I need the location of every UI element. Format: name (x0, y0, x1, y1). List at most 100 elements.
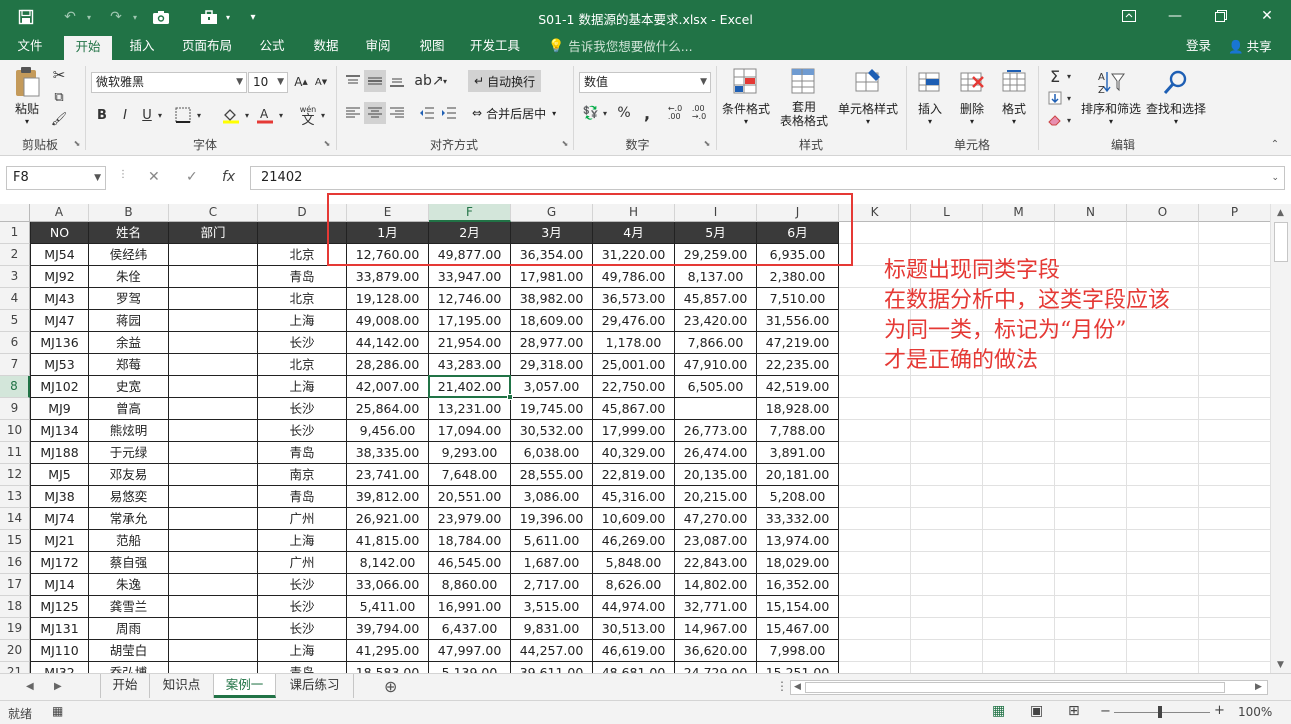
table-cell[interactable]: 9,293.00 (429, 442, 511, 464)
table-cell[interactable] (169, 354, 258, 376)
table-cell[interactable]: 25,864.00 (347, 398, 429, 420)
empty-cell[interactable] (911, 464, 983, 486)
empty-cell[interactable] (1127, 530, 1199, 552)
empty-cell[interactable] (1127, 442, 1199, 464)
table-cell[interactable]: 6,935.00 (757, 244, 839, 266)
prev-sheet-icon[interactable]: ◀ (26, 681, 34, 692)
empty-cell[interactable] (911, 618, 983, 640)
table-cell[interactable]: 31,556.00 (757, 310, 839, 332)
table-header-cell[interactable]: 1月 (347, 222, 429, 244)
table-cell[interactable]: 20,215.00 (675, 486, 757, 508)
table-cell[interactable]: 16,991.00 (429, 596, 511, 618)
empty-cell[interactable] (1199, 508, 1270, 530)
tab-file[interactable]: 文件 (8, 34, 52, 60)
table-cell[interactable]: 青岛 (258, 486, 347, 508)
empty-cell[interactable] (1199, 574, 1270, 596)
table-cell[interactable]: 32,771.00 (675, 596, 757, 618)
table-cell[interactable]: 朱逸 (89, 574, 169, 596)
table-cell[interactable] (169, 332, 258, 354)
empty-cell[interactable] (983, 398, 1055, 420)
sign-in-link[interactable]: 登录 (1186, 34, 1211, 60)
empty-cell[interactable] (1055, 508, 1127, 530)
table-cell[interactable] (169, 618, 258, 640)
empty-cell[interactable] (983, 640, 1055, 662)
tab-split-handle-icon[interactable]: ⋮ (776, 679, 788, 693)
table-cell[interactable]: 45,316.00 (593, 486, 675, 508)
empty-cell[interactable] (1127, 640, 1199, 662)
table-cell[interactable]: 青岛 (258, 442, 347, 464)
table-cell[interactable]: 熊炫明 (89, 420, 169, 442)
table-cell[interactable]: 2,717.00 (511, 574, 593, 596)
scroll-down-icon[interactable]: ▼ (1277, 660, 1284, 670)
table-cell[interactable] (169, 574, 258, 596)
table-cell[interactable]: 5,611.00 (511, 530, 593, 552)
empty-cell[interactable] (911, 574, 983, 596)
empty-cell[interactable] (839, 530, 911, 552)
expand-formula-icon[interactable]: ⌄ (1271, 167, 1279, 189)
table-cell[interactable]: 39,794.00 (347, 618, 429, 640)
empty-cell[interactable] (839, 376, 911, 398)
tab-page-layout[interactable]: 页面布局 (174, 34, 240, 60)
row-header[interactable]: 14 (0, 508, 30, 530)
scroll-left-icon[interactable]: ◀ (794, 682, 801, 692)
font-launcher-icon[interactable]: ⬊ (322, 138, 332, 148)
table-cell[interactable]: 3,515.00 (511, 596, 593, 618)
fill-color-dropdown-icon[interactable]: ▾ (242, 104, 252, 126)
table-cell[interactable]: 22,750.00 (593, 376, 675, 398)
collapse-ribbon-icon[interactable]: ⌃ (1268, 138, 1282, 150)
format-cells-button[interactable]: 格式 ▾ (994, 64, 1034, 126)
align-left-icon[interactable] (342, 102, 364, 124)
table-cell[interactable]: 49,786.00 (593, 266, 675, 288)
table-cell[interactable]: 8,142.00 (347, 552, 429, 574)
empty-cell[interactable] (1199, 486, 1270, 508)
table-cell[interactable] (169, 552, 258, 574)
table-cell[interactable] (169, 244, 258, 266)
paste-dropdown-icon[interactable]: ▾ (8, 117, 46, 126)
table-cell[interactable]: 33,947.00 (429, 266, 511, 288)
empty-cell[interactable] (911, 222, 983, 244)
table-cell[interactable]: 北京 (258, 354, 347, 376)
table-cell[interactable]: 北京 (258, 288, 347, 310)
accounting-dropdown-icon[interactable]: ▾ (600, 102, 610, 124)
table-cell[interactable]: 47,997.00 (429, 640, 511, 662)
autosum-icon[interactable]: Σ (1044, 66, 1066, 86)
decrease-decimal-icon[interactable]: .00 →.0 (688, 102, 710, 124)
row-header[interactable]: 17 (0, 574, 30, 596)
column-header-i[interactable]: I (675, 204, 757, 222)
table-cell[interactable]: 14,967.00 (675, 618, 757, 640)
empty-cell[interactable] (839, 222, 911, 244)
table-cell[interactable]: MJ102 (30, 376, 89, 398)
table-cell[interactable]: 28,555.00 (511, 464, 593, 486)
table-cell[interactable]: 26,773.00 (675, 420, 757, 442)
table-cell[interactable]: 长沙 (258, 420, 347, 442)
table-cell[interactable]: 余益 (89, 332, 169, 354)
table-cell[interactable]: MJ21 (30, 530, 89, 552)
empty-cell[interactable] (1055, 662, 1127, 673)
empty-cell[interactable] (1199, 464, 1270, 486)
bold-button[interactable]: B (93, 104, 111, 126)
table-cell[interactable]: MJ188 (30, 442, 89, 464)
table-cell[interactable]: 8,860.00 (429, 574, 511, 596)
table-cell[interactable]: 15,251.00 (757, 662, 839, 673)
table-cell[interactable]: 广州 (258, 552, 347, 574)
font-name-select[interactable]: 微软雅黑 ▼ (91, 72, 247, 93)
row-header[interactable]: 15 (0, 530, 30, 552)
table-cell[interactable]: 33,879.00 (347, 266, 429, 288)
table-cell[interactable]: 常承允 (89, 508, 169, 530)
zoom-level[interactable]: 100% (1238, 705, 1272, 719)
table-cell[interactable]: 8,137.00 (675, 266, 757, 288)
empty-cell[interactable] (839, 464, 911, 486)
empty-cell[interactable] (1127, 508, 1199, 530)
clear-icon[interactable] (1044, 110, 1066, 130)
table-cell[interactable]: 14,802.00 (675, 574, 757, 596)
table-cell[interactable]: 23,087.00 (675, 530, 757, 552)
page-layout-view-icon[interactable]: ▣ (1030, 703, 1043, 719)
empty-cell[interactable] (839, 552, 911, 574)
table-cell[interactable]: MJ38 (30, 486, 89, 508)
zoom-in-icon[interactable]: + (1214, 703, 1225, 718)
table-cell[interactable]: MJ32 (30, 662, 89, 673)
row-header[interactable]: 2 (0, 244, 30, 266)
empty-cell[interactable] (1199, 662, 1270, 673)
empty-cell[interactable] (1199, 596, 1270, 618)
table-cell[interactable]: 18,029.00 (757, 552, 839, 574)
